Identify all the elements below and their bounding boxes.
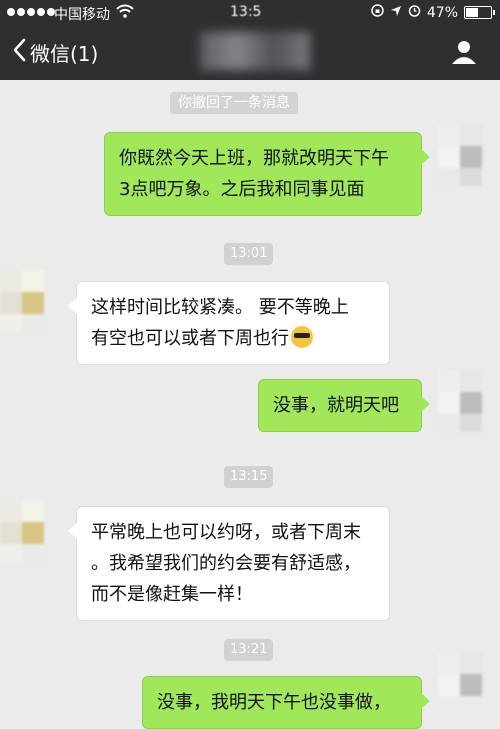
- battery-fill: [466, 8, 479, 17]
- my-avatar[interactable]: [438, 124, 500, 186]
- outgoing-message-bubble[interactable]: 你既然今天上班，那就改明天下午 3点吧万象。之后我和同事见面: [104, 132, 430, 216]
- message-line: 3点吧万象。之后我和同事见面: [119, 179, 365, 200]
- person-icon[interactable]: [450, 38, 478, 66]
- carrier-name: 中国移动: [54, 7, 110, 23]
- message-line: 。我希望我们的约会要有舒适感，: [91, 553, 361, 574]
- contact-avatar[interactable]: [0, 270, 62, 332]
- cool-sunglasses-emoji-icon: [291, 326, 313, 348]
- back-label: 微信(1): [30, 42, 99, 66]
- my-avatar[interactable]: [438, 370, 500, 432]
- message-line: 你既然今天上班，那就改明天下午: [119, 148, 389, 169]
- back-button[interactable]: 微信(1): [12, 38, 98, 67]
- recall-notice: 你撤回了一条消息: [170, 92, 298, 114]
- incoming-message-bubble[interactable]: 这样时间比较紧凑。 要不等晚上 有空也可以或者下周也行: [68, 281, 390, 365]
- message-text: 有空也可以或者下周也行: [91, 328, 289, 349]
- contact-avatar[interactable]: [0, 500, 62, 562]
- location-arrow-icon: [390, 5, 402, 21]
- clock: 13:5: [230, 4, 262, 20]
- message-line: 没事，我明天下午也没事做，: [157, 692, 391, 713]
- timestamp: 13:01: [224, 243, 274, 265]
- timestamp: 13:21: [224, 639, 274, 661]
- alarm-icon: [408, 4, 421, 21]
- signal-strength-icon: [7, 8, 55, 16]
- nav-bar: 微信(1): [0, 26, 500, 80]
- blurred-contact-title: [200, 32, 310, 70]
- message-line: 没事，就明天吧: [273, 395, 399, 416]
- outgoing-message-bubble[interactable]: 没事，就明天吧: [258, 379, 430, 432]
- chat-area[interactable]: 你撤回了一条消息 你既然今天上班，那就改明天下午 3点吧万象。之后我和同事见面 …: [0, 80, 500, 729]
- incoming-message-bubble[interactable]: 平常晚上也可以约呀，或者下周末 。我希望我们的约会要有舒适感， 而不是像赶集一样…: [68, 506, 390, 621]
- message-line: 而不是像赶集一样！: [91, 584, 253, 605]
- status-right-group: 47%: [371, 4, 495, 21]
- my-avatar[interactable]: [438, 652, 500, 711]
- rotation-lock-icon: [371, 4, 384, 21]
- wifi-icon: [116, 4, 134, 22]
- outgoing-message-bubble[interactable]: 没事，我明天下午也没事做，: [142, 676, 430, 729]
- chevron-left-icon: [12, 38, 26, 67]
- battery-percent: 47%: [426, 4, 458, 21]
- message-line: 有空也可以或者下周也行: [91, 323, 375, 354]
- timestamp: 13:15: [224, 466, 274, 488]
- message-line: 平常晚上也可以约呀，或者下周末: [91, 522, 361, 543]
- message-line: 这样时间比较紧凑。 要不等晚上: [91, 297, 349, 318]
- status-bar: 中国移动 13:5 47%: [0, 0, 500, 26]
- battery-icon: [464, 6, 495, 19]
